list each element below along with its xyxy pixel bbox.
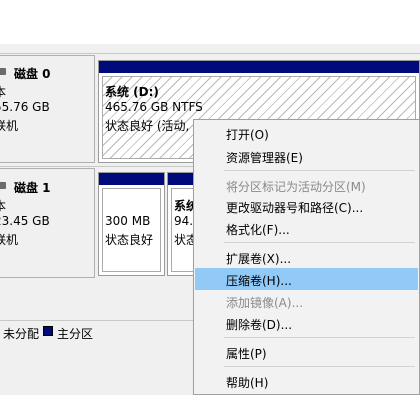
disk-1-name: 磁盘 1 — [14, 181, 51, 195]
menu-item-format-label: 格式化(F)... — [226, 223, 290, 237]
menu-item-extend-label: 扩展卷(X)... — [226, 252, 292, 266]
menu-item-format[interactable]: 格式化(F)... — [195, 217, 418, 239]
menu-item-explorer[interactable]: 资源管理器(E) — [195, 145, 418, 167]
menu-item-mark-active: 将分区标记为活动分区(M) — [195, 174, 418, 196]
menu-separator — [224, 337, 415, 338]
menu-item-help-label: 帮助(H) — [226, 376, 269, 390]
partition-d-size: 465.76 GB NTFS — [105, 100, 203, 114]
row-separator — [0, 53, 420, 54]
legend-primary-swatch — [43, 326, 53, 336]
menu-item-extend[interactable]: 扩展卷(X)... — [195, 246, 418, 268]
menu-item-change-letter-label: 更改驱动器号和路径(C)... — [226, 201, 364, 215]
menu-item-add-mirror: 添加镜像(A)... — [195, 290, 418, 312]
partition-area — [102, 188, 161, 272]
legend-unallocated: 未分配 — [3, 327, 40, 341]
partition-300mb-status: 状态良好 — [105, 233, 154, 247]
menu-separator — [224, 366, 415, 367]
menu-item-explorer-label: 资源管理器(E) — [226, 151, 303, 165]
menu-item-properties-label: 属性(P) — [226, 347, 267, 361]
disk-0-name: 磁盘 0 — [14, 67, 51, 81]
menu-item-open-label: 打开(O) — [226, 128, 269, 142]
disk-icon — [0, 68, 6, 75]
menu-item-delete[interactable]: 删除卷(D)... — [195, 312, 418, 334]
menu-separator — [224, 170, 415, 171]
context-menu: 打开(O) 资源管理器(E) 将分区标记为活动分区(M) 更改驱动器号和路径(C… — [193, 119, 420, 395]
menu-item-delete-label: 删除卷(D)... — [226, 318, 293, 332]
disk-1-label[interactable]: 磁盘 1 本 23.45 GB 联机 — [0, 168, 95, 278]
menu-item-shrink-label: 压缩卷(H)... — [226, 274, 292, 288]
menu-item-shrink[interactable]: 压缩卷(H)... — [195, 268, 418, 290]
disk-1-type: 本 — [0, 199, 7, 213]
menu-item-change-letter[interactable]: 更改驱动器号和路径(C)... — [195, 195, 418, 217]
menu-item-open[interactable]: 打开(O) — [195, 122, 418, 144]
partition-d-status: 状态良好 (活动, — [105, 119, 190, 133]
partition-color-bar — [99, 61, 419, 73]
partition-color-bar — [99, 173, 164, 185]
disk-0-status: 联机 — [0, 119, 19, 133]
partition-d-title: 系统 (D:) — [105, 85, 159, 99]
menu-item-mark-active-label: 将分区标记为活动分区(M) — [226, 180, 366, 194]
partition-300mb-size: 300 MB — [105, 214, 151, 228]
disk-1-status: 联机 — [0, 233, 19, 247]
disk-icon — [0, 182, 6, 189]
partition-300mb[interactable]: 300 MB 状态良好 — [98, 172, 165, 276]
partition-system-size: 94. — [174, 214, 194, 228]
menu-item-help[interactable]: 帮助(H) — [195, 370, 418, 392]
menu-item-add-mirror-label: 添加镜像(A)... — [226, 296, 304, 310]
menu-item-properties[interactable]: 属性(P) — [195, 341, 418, 363]
disk-0-type: 本 — [0, 85, 7, 99]
top-blank-area — [0, 0, 420, 44]
disk-1-size: 23.45 GB — [0, 214, 50, 228]
disk-0-label[interactable]: 磁盘 0 本 55.76 GB 联机 — [0, 55, 95, 163]
legend-primary: 主分区 — [57, 327, 94, 341]
menu-separator — [224, 242, 415, 243]
disk-0-size: 55.76 GB — [0, 100, 50, 114]
